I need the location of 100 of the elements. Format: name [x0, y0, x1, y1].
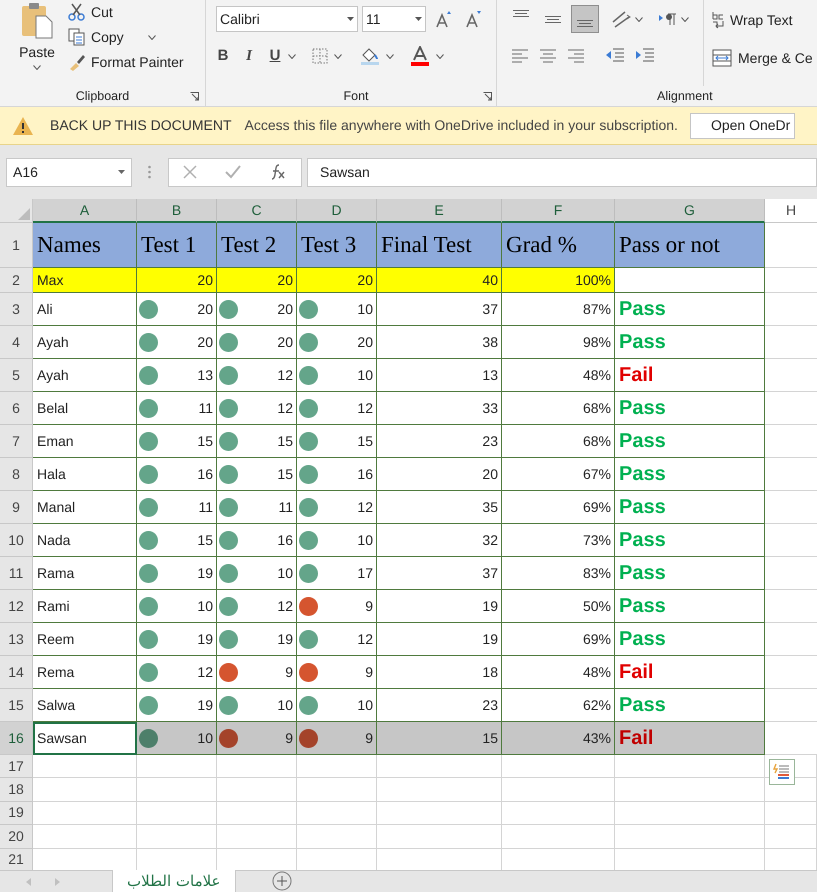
row-header[interactable]: 2: [0, 268, 33, 293]
column-header[interactable]: H: [765, 199, 817, 223]
table-cell: 40: [377, 268, 502, 293]
row-header[interactable]: 6: [0, 392, 33, 425]
cell-value: 16: [357, 464, 373, 484]
table-cell[interactable]: Rema: [33, 656, 137, 689]
italic-button[interactable]: I: [242, 44, 256, 68]
orientation-button[interactable]: [611, 10, 643, 28]
column-header[interactable]: E: [377, 199, 502, 223]
table-cell: 32: [377, 524, 502, 557]
column-header[interactable]: B: [137, 199, 217, 223]
row-header[interactable]: 14: [0, 656, 33, 689]
row-header[interactable]: 13: [0, 623, 33, 656]
table-cell: 23: [377, 689, 502, 722]
text-direction-button[interactable]: [659, 12, 689, 26]
chevron-down-icon: [436, 54, 444, 58]
underline-button[interactable]: U: [268, 44, 282, 68]
table-cell: 98%: [502, 326, 615, 359]
chevron-down-icon: [33, 65, 41, 70]
table-cell: Fail: [615, 359, 765, 392]
chevron-down-icon: [288, 54, 296, 58]
quick-analysis-button[interactable]: [769, 759, 795, 785]
chevron-down-icon: [148, 34, 156, 40]
table-cell[interactable]: Reem: [33, 623, 137, 656]
font-name-field[interactable]: Calibri: [216, 6, 358, 32]
name-box[interactable]: A16: [6, 158, 132, 186]
paste-button[interactable]: Paste: [12, 2, 62, 86]
column-header[interactable]: C: [217, 199, 297, 223]
cut-button[interactable]: Cut: [68, 2, 184, 22]
add-sheet-button[interactable]: [272, 871, 292, 891]
row-header[interactable]: 17: [0, 755, 33, 778]
table-cell: 38: [377, 326, 502, 359]
cell-value: 12: [277, 398, 293, 418]
row-header[interactable]: 12: [0, 590, 33, 623]
column-header[interactable]: F: [502, 199, 615, 223]
chevron-down-icon: [386, 54, 394, 58]
cell-value: 16: [277, 530, 293, 550]
row-header[interactable]: 21: [0, 848, 33, 870]
table-cell[interactable]: Eman: [33, 425, 137, 458]
table-cell: 20: [217, 268, 297, 293]
bold-button[interactable]: B: [216, 44, 230, 68]
table-cell[interactable]: Ayah: [33, 326, 137, 359]
row-header[interactable]: 11: [0, 557, 33, 590]
quick-analysis-icon: [773, 763, 791, 781]
format-painter-button[interactable]: Format Painter: [68, 52, 184, 72]
font-color-button[interactable]: [410, 46, 430, 66]
wrap-text-button[interactable]: Wrap Text: [712, 8, 813, 32]
table-cell[interactable]: Manal: [33, 491, 137, 524]
table-cell[interactable]: Ayah: [33, 359, 137, 392]
row-header[interactable]: 5: [0, 359, 33, 392]
cell-value: 11: [198, 498, 213, 516]
merge-and-center-button[interactable]: Merge & Ce: [712, 46, 813, 70]
row-header[interactable]: 8: [0, 458, 33, 491]
row-header[interactable]: 4: [0, 326, 33, 359]
font-size-field[interactable]: 11: [362, 6, 426, 32]
row-header[interactable]: 16: [0, 722, 33, 755]
borders-button[interactable]: [312, 48, 328, 64]
increase-font-size-button[interactable]: [436, 10, 452, 28]
insert-function-button[interactable]: [269, 163, 287, 181]
table-cell: 33: [377, 392, 502, 425]
column-header[interactable]: D: [297, 199, 377, 223]
wrap-text-icon: [712, 11, 724, 29]
increase-font-icon: [436, 10, 452, 28]
column-header[interactable]: G: [615, 199, 765, 223]
table-cell[interactable]: Belal: [33, 392, 137, 425]
vertical-align-button[interactable]: [571, 5, 599, 33]
cell-value: 9: [285, 728, 293, 748]
increase-indent-button[interactable]: [635, 46, 655, 64]
table-cell[interactable]: Sawsan: [33, 722, 137, 755]
row-header[interactable]: 1: [0, 223, 33, 268]
formula-field[interactable]: Sawsan: [307, 158, 817, 186]
group-label: Alignment: [656, 88, 714, 105]
row-header[interactable]: 19: [0, 802, 33, 826]
sheet-tab[interactable]: علامات الطلاب: [112, 870, 236, 892]
cell-value: 10: [357, 300, 373, 318]
cell-value: 10: [277, 696, 293, 714]
row-header[interactable]: 9: [0, 491, 33, 524]
row-header[interactable]: 18: [0, 778, 33, 802]
copy-button[interactable]: Copy: [68, 27, 184, 47]
table-cell[interactable]: Salwa: [33, 689, 137, 722]
decrease-indent-button[interactable]: [605, 46, 625, 64]
fill-color-button[interactable]: [360, 46, 380, 66]
table-cell[interactable]: Hala: [33, 458, 137, 491]
row-header[interactable]: 15: [0, 689, 33, 722]
table-cell: 13: [377, 359, 502, 392]
open-onedrive-button[interactable]: Open OneDr: [690, 112, 796, 138]
decrease-font-size-button[interactable]: [466, 10, 482, 28]
table-cell[interactable]: Rami: [33, 590, 137, 623]
column-header[interactable]: A: [33, 199, 137, 223]
row-header[interactable]: 3: [0, 293, 33, 326]
cell-value: 10: [357, 366, 373, 384]
cell-value: 12: [277, 366, 293, 384]
table-cell[interactable]: Nada: [33, 524, 137, 557]
row-header[interactable]: 10: [0, 524, 33, 557]
cell-value: 20: [277, 300, 293, 318]
row-header[interactable]: 20: [0, 825, 33, 849]
cell-value: 15: [197, 432, 213, 450]
row-header[interactable]: 7: [0, 425, 33, 458]
table-cell[interactable]: Ali: [33, 293, 137, 326]
table-cell[interactable]: Rama: [33, 557, 137, 590]
